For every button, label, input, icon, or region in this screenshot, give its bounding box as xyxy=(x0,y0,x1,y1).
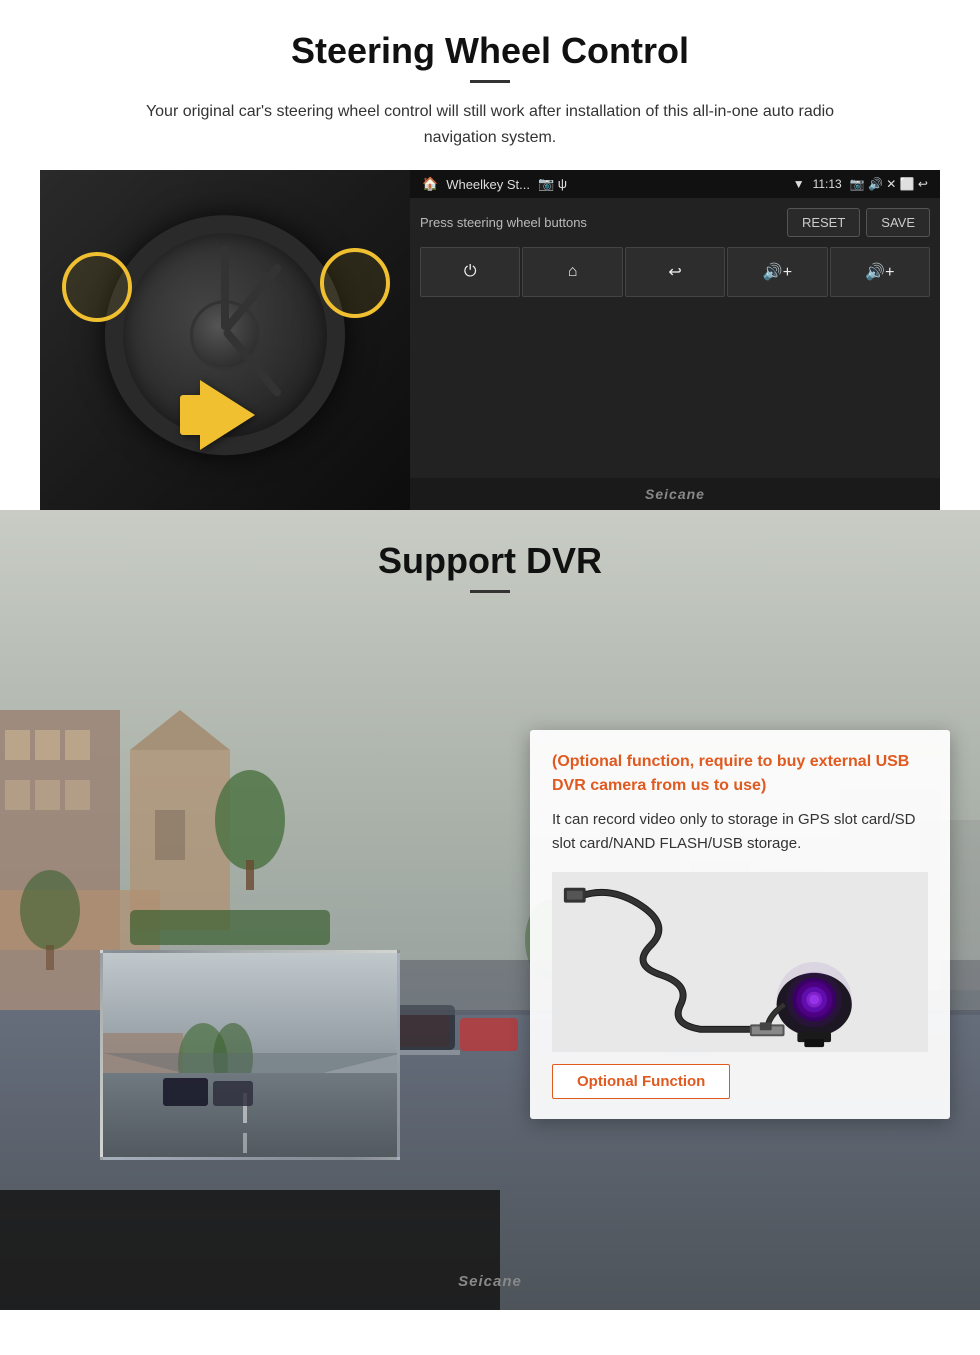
vol-up-btn1[interactable]: 🔊+ xyxy=(727,247,827,297)
swc-title: Steering Wheel Control xyxy=(40,30,940,72)
dvr-title-area: Support DVR xyxy=(0,510,980,593)
dvr-title-divider xyxy=(470,590,510,593)
dvr-optional-text: (Optional function, require to buy exter… xyxy=(552,750,928,798)
time-display: 11:13 xyxy=(813,177,842,191)
app-name: Wheelkey St... xyxy=(446,177,530,192)
android-ui-panel: 🏠 Wheelkey St... 📷 ψ ▼ 11:13 📷 🔊 ✕ ⬜ ↩ P… xyxy=(410,170,940,510)
home-icon: 🏠 xyxy=(422,176,438,192)
optional-function-badge: Optional Function xyxy=(552,1064,730,1099)
topbar-left: 🏠 Wheelkey St... 📷 ψ xyxy=(422,176,567,192)
dvr-info-card: (Optional function, require to buy exter… xyxy=(530,730,950,1119)
reset-button[interactable]: RESET xyxy=(787,208,860,237)
thumbnail-svg xyxy=(103,953,400,1160)
wheel-spoke-bottom xyxy=(221,245,229,330)
swc-watermark: Seicane xyxy=(410,478,940,510)
android-topbar: 🏠 Wheelkey St... 📷 ψ ▼ 11:13 📷 🔊 ✕ ⬜ ↩ xyxy=(410,170,940,198)
steering-prompt-row: Press steering wheel buttons RESET SAVE xyxy=(420,208,930,237)
topbar-right: ▼ 11:13 📷 🔊 ✕ ⬜ ↩ xyxy=(793,177,928,191)
home-btn[interactable]: ⌂ xyxy=(522,247,622,297)
vol-up-btn2[interactable]: 🔊+ xyxy=(830,247,930,297)
yellow-highlight-left xyxy=(62,252,132,322)
dvr-screenshot-thumbnail xyxy=(100,950,400,1160)
swc-image-container: 🏠 Wheelkey St... 📷 ψ ▼ 11:13 📷 🔊 ✕ ⬜ ↩ P… xyxy=(40,170,940,510)
support-dvr-section: Support DVR xyxy=(0,510,980,1310)
android-ui-body: Press steering wheel buttons RESET SAVE … xyxy=(410,198,940,478)
steering-prompt: Press steering wheel buttons xyxy=(420,215,587,230)
swc-description: Your original car's steering wheel contr… xyxy=(140,99,840,150)
status-icons: 📷 🔊 ✕ ⬜ ↩ xyxy=(850,177,928,191)
yellow-arrow-icon xyxy=(200,380,255,450)
wifi-icon: ▼ xyxy=(793,177,805,191)
topbar-icons: 📷 ψ xyxy=(538,176,567,192)
save-button[interactable]: SAVE xyxy=(866,208,930,237)
dvr-camera-svg xyxy=(552,875,928,1050)
power-btn[interactable]: ⏻ xyxy=(420,247,520,297)
dvr-watermark: Seicane xyxy=(458,1273,522,1290)
swc-title-divider xyxy=(470,80,510,83)
steering-wheel-visual xyxy=(40,170,410,510)
dvr-title: Support DVR xyxy=(0,540,980,582)
dvr-description: It can record video only to storage in G… xyxy=(552,808,928,856)
optional-badge-container: Optional Function xyxy=(552,1064,928,1099)
back-btn[interactable]: ↩ xyxy=(625,247,725,297)
steering-wheel-control-section: Steering Wheel Control Your original car… xyxy=(0,0,980,510)
yellow-highlight-right xyxy=(320,248,390,318)
steering-buttons-row: ⏻ ⌂ ↩ 🔊+ 🔊+ xyxy=(420,247,930,297)
dvr-camera-image xyxy=(552,872,928,1052)
